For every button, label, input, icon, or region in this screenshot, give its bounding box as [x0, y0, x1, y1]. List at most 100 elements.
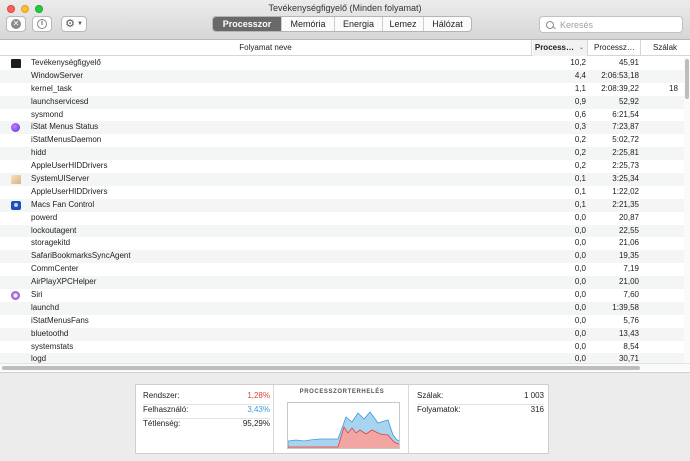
process-threads: 18	[669, 83, 678, 93]
process-name: powerd	[31, 212, 58, 222]
process-cpu-time: 21,00	[618, 277, 639, 287]
processes-value: 316	[530, 405, 544, 414]
process-name: kernel_task	[31, 83, 72, 93]
vertical-scrollbar[interactable]	[684, 57, 690, 363]
process-cpu: 4,4	[574, 70, 586, 80]
tab-lemez[interactable]: Lemez	[383, 17, 424, 31]
table-row[interactable]: storagekitd 0,0 21,06	[0, 237, 684, 250]
table-row[interactable]: bluetoothd 0,0 13,43	[0, 327, 684, 341]
table-row[interactable]: kernel_task 1,1 2:08:39,22 18	[0, 83, 684, 96]
tab-processzor[interactable]: Processzor	[213, 17, 282, 31]
process-cpu-time: 7,60	[623, 290, 639, 300]
cpu-usage-stats: Rendszer: 1,28% Felhasználó: 3,43% Tétle…	[136, 385, 274, 453]
processes-stat: Folyamatok: 316	[417, 405, 544, 418]
sysui-app-icon	[11, 175, 21, 185]
table-row[interactable]: CommCenter 0,0 7,19	[0, 263, 684, 276]
table-row[interactable]: AirPlayXPCHelper 0,0 21,00	[0, 276, 684, 290]
process-name: iStat Menus Status	[31, 122, 99, 132]
process-name: WindowServer	[31, 70, 84, 80]
process-name: AppleUserHIDDrivers	[31, 161, 108, 171]
tab-energia[interactable]: Energia	[335, 17, 383, 31]
process-cpu-time: 5,76	[623, 315, 639, 325]
table-row[interactable]: WindowServer 4,4 2:06:53,18	[0, 69, 684, 83]
process-cpu: 0,0	[574, 290, 586, 300]
column-header-threads[interactable]: Szálak	[642, 40, 690, 56]
window-title: Tevékenységfigyelő (Minden folyamat)	[268, 3, 422, 13]
process-cpu: 0,0	[574, 354, 586, 363]
idle-label: Tétlenség:	[143, 419, 181, 428]
column-header-name[interactable]: Folyamat neve	[0, 40, 532, 56]
table-row[interactable]: Siri 0,0 7,60	[0, 289, 684, 302]
process-cpu-time: 2:08:39,22	[601, 83, 639, 93]
process-cpu-time: 20,87	[618, 212, 639, 222]
stop-process-button[interactable]: ✕	[6, 16, 26, 32]
process-cpu-time: 52,92	[618, 96, 639, 106]
table-row[interactable]: logd 0,0 30,71	[0, 353, 684, 363]
process-name: launchservicesd	[31, 96, 89, 106]
process-name: sysmond	[31, 109, 64, 119]
process-cpu: 0,0	[574, 251, 586, 261]
process-name: storagekitd	[31, 238, 71, 248]
table-row[interactable]: launchservicesd 0,9 52,92	[0, 95, 684, 109]
horizontal-scrollbar[interactable]	[0, 363, 690, 371]
process-cpu-time: 5:02,72	[612, 135, 639, 145]
process-cpu: 0,0	[574, 328, 586, 338]
process-name: iStatMenusFans	[31, 315, 89, 325]
table-row[interactable]: launchd 0,0 1:39,58	[0, 301, 684, 315]
cpu-summary-panel: Rendszer: 1,28% Felhasználó: 3,43% Tétle…	[135, 384, 549, 454]
system-stat: Rendszer: 1,28%	[143, 391, 270, 405]
vertical-scrollbar-thumb[interactable]	[685, 59, 689, 99]
process-name: SafariBookmarksSyncAgent	[31, 251, 131, 261]
column-header-cpu-label: Process…	[534, 43, 574, 52]
table-row[interactable]: sysmond 0,6 6:21,54	[0, 109, 684, 122]
actions-menu-button[interactable]: ⚙ ▼	[61, 16, 87, 32]
tab-halozat[interactable]: Hálózat	[424, 17, 471, 31]
search-icon	[546, 20, 554, 29]
process-cpu: 1,1	[574, 83, 586, 93]
process-cpu-time: 6:21,54	[612, 109, 639, 119]
search-input[interactable]	[560, 19, 670, 30]
process-cpu-time: 45,91	[618, 58, 639, 67]
table-row[interactable]: AppleUserHIDDrivers 0,1 1:22,02	[0, 186, 684, 199]
process-cpu: 0,1	[574, 174, 586, 184]
process-cpu-time: 2:21,35	[612, 199, 639, 209]
user-label: Felhasználó:	[143, 405, 189, 414]
chevron-down-icon: ▼	[76, 21, 83, 27]
process-name: logd	[31, 354, 47, 363]
process-cpu: 0,0	[574, 212, 586, 222]
search-field[interactable]	[539, 16, 683, 33]
table-row[interactable]: iStat Menus Status 0,3 7:23,87	[0, 121, 684, 135]
table-row[interactable]: hidd 0,2 2:25,81	[0, 147, 684, 161]
system-label: Rendszer:	[143, 391, 180, 400]
user-value: 3,43%	[247, 405, 270, 414]
column-header-cpu[interactable]: Process… ⌄	[533, 40, 588, 56]
process-name: Macs Fan Control	[31, 199, 95, 209]
idle-stat: Tétlenség: 95,29%	[143, 419, 270, 432]
process-cpu: 0,0	[574, 238, 586, 248]
tab-memoria[interactable]: Memória	[282, 17, 335, 31]
table-row[interactable]: AppleUserHIDDrivers 0,2 2:25,73	[0, 160, 684, 173]
table-row[interactable]: Tevékenységfigyelő 10,2 45,91	[0, 57, 684, 70]
table-row[interactable]: systemstats 0,0 8,54	[0, 341, 684, 354]
process-name: CommCenter	[31, 264, 79, 274]
process-cpu-time: 2:25,73	[612, 161, 639, 171]
process-cpu-time: 30,71	[618, 354, 639, 363]
info-icon: i	[37, 19, 47, 29]
table-row[interactable]: Macs Fan Control 0,1 2:21,35	[0, 198, 684, 212]
table-row[interactable]: powerd 0,0 20,87	[0, 212, 684, 225]
table-row[interactable]: SystemUIServer 0,1 3:25,34	[0, 173, 684, 186]
cpu-load-graph-svg	[288, 411, 399, 448]
column-header-cpu-time[interactable]: Processz…	[589, 40, 641, 56]
table-row[interactable]: SafariBookmarksSyncAgent 0,0 19,35	[0, 250, 684, 264]
fan-app-icon	[11, 200, 21, 210]
system-value: 1,28%	[247, 391, 270, 400]
inspect-process-button[interactable]: i	[32, 16, 52, 32]
process-cpu-time: 1:22,02	[612, 186, 639, 196]
process-name: bluetoothd	[31, 328, 69, 338]
table-row[interactable]: lockoutagent 0,0 22,55	[0, 224, 684, 238]
table-row[interactable]: iStatMenusFans 0,0 5,76	[0, 315, 684, 328]
process-cpu: 0,3	[574, 122, 586, 132]
table-row[interactable]: iStatMenusDaemon 0,2 5:02,72	[0, 134, 684, 147]
terminal-app-icon	[11, 59, 21, 68]
horizontal-scrollbar-thumb[interactable]	[2, 366, 640, 370]
